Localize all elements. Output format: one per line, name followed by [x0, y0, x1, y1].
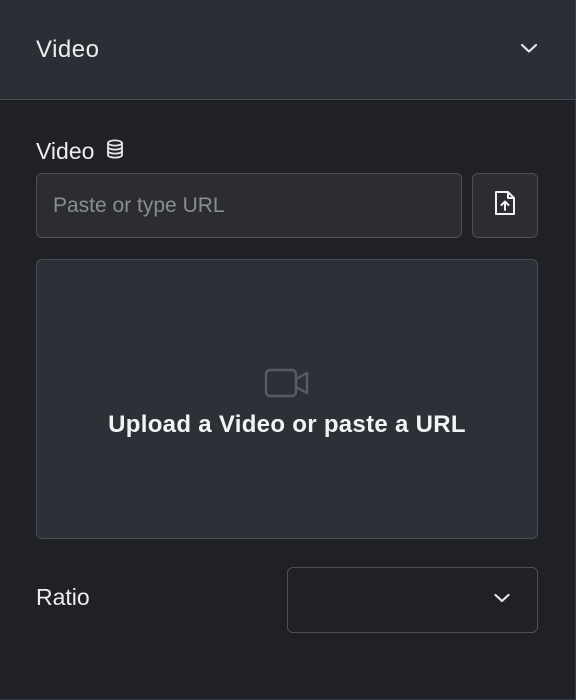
ratio-select[interactable] — [287, 567, 538, 633]
chevron-down-icon — [493, 591, 511, 609]
chevron-down-icon[interactable] — [519, 41, 539, 59]
video-url-input[interactable] — [36, 173, 462, 238]
video-camera-icon — [264, 368, 310, 403]
file-upload-icon — [493, 189, 517, 222]
video-field-label: Video — [36, 138, 124, 165]
ratio-label: Ratio — [36, 584, 90, 610]
database-icon — [106, 138, 124, 165]
section-title: Video — [36, 35, 100, 63]
video-label-text: Video — [36, 138, 95, 164]
video-dropzone[interactable]: Upload a Video or paste a URL — [36, 259, 538, 539]
dropzone-text: Upload a Video or paste a URL — [108, 410, 466, 438]
upload-file-button[interactable] — [472, 173, 538, 238]
video-section-header[interactable]: Video — [0, 0, 576, 100]
